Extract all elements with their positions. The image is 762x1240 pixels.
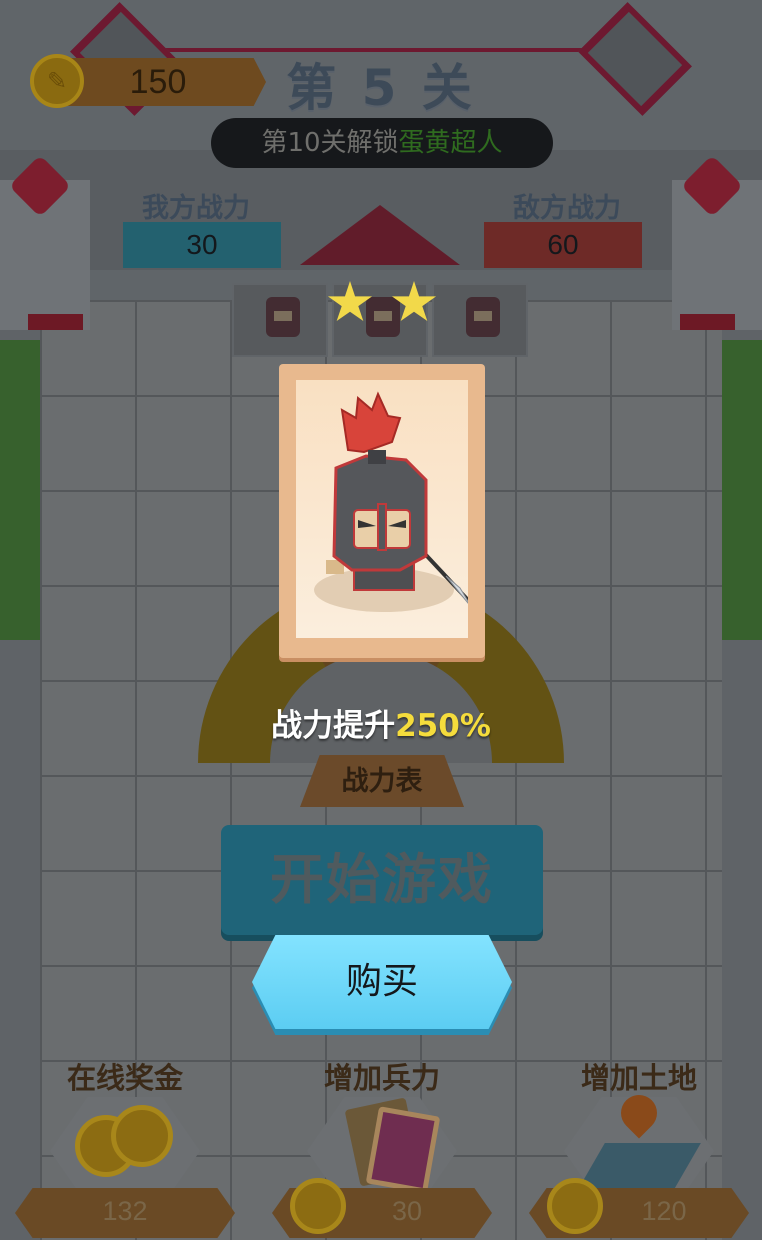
power-gauge-label: 战力表 xyxy=(300,755,464,807)
shop-item-add-troops[interactable]: 增加兵力 30 xyxy=(272,1055,492,1240)
start-game-button[interactable]: 开始游戏 xyxy=(221,825,543,935)
power-boost-text: 战力提升250% xyxy=(0,700,762,745)
shop-item-add-land[interactable]: 增加土地 120 xyxy=(529,1055,749,1240)
shop-item-price: 132 xyxy=(102,1196,148,1226)
buy-button[interactable]: 购买 xyxy=(252,935,512,1029)
shop-item-online-bonus[interactable]: 在线奖金 132 xyxy=(15,1055,235,1240)
unlock-prefix: 第10关解锁 xyxy=(261,128,399,158)
enemy-power-value: 60 xyxy=(484,222,642,268)
shop-item-title: 增加土地 xyxy=(580,1061,697,1095)
shop-item-price: 30 xyxy=(391,1196,423,1226)
shop-item-title: 在线奖金 xyxy=(66,1061,183,1095)
coin-icon xyxy=(111,1105,173,1167)
warrior-icon xyxy=(314,391,468,612)
my-power-value: 30 xyxy=(123,222,281,268)
level-title: 第 5 关 xyxy=(286,59,476,117)
shop-item-price: 120 xyxy=(641,1196,687,1226)
unlock-reward-name: 蛋黄超人 xyxy=(398,128,503,158)
reward-unit-card xyxy=(279,364,485,658)
enemy-power-label: 敌方战力 xyxy=(513,193,621,224)
my-power-label: 我方战力 xyxy=(142,193,250,224)
unlock-banner: 第10关解锁蛋黄超人 xyxy=(211,118,553,168)
boost-prefix: 战力提升 xyxy=(271,708,396,744)
boost-percent: 250% xyxy=(395,708,491,744)
shop-item-title: 增加兵力 xyxy=(323,1061,440,1095)
